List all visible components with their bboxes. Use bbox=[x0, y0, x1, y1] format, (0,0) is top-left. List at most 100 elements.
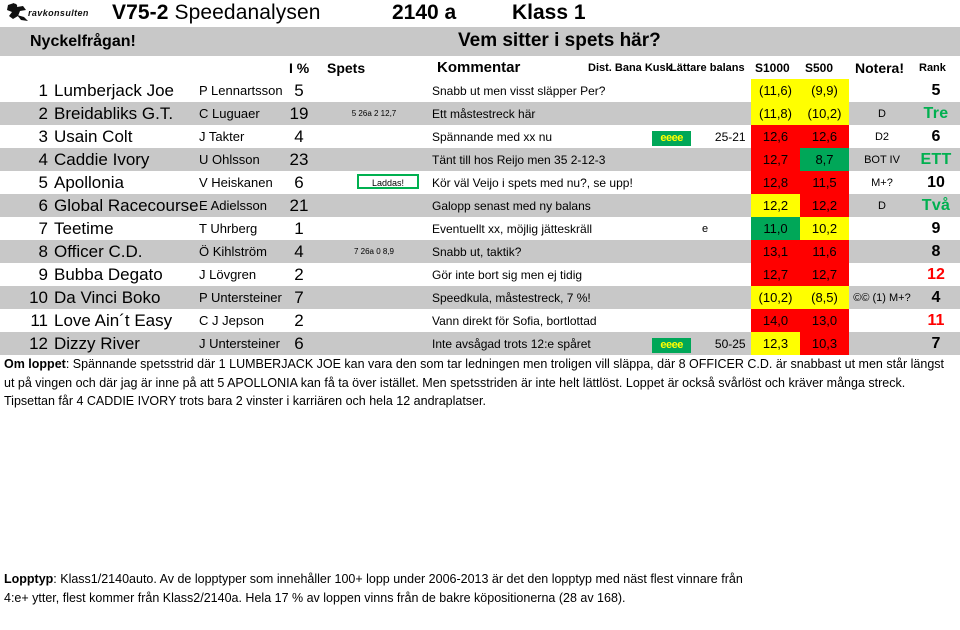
row-s1000-value: (11,8) bbox=[751, 102, 800, 125]
row-s1000-value: 12,6 bbox=[751, 125, 800, 148]
row-lattare-balans: eeee 25-21 bbox=[652, 130, 749, 146]
key-question-label: Nyckelfrågan! bbox=[30, 33, 136, 50]
table-row[interactable]: 8 Officer C.D. Ö Kihlström 4 7 26a 0 8,9 Snab… bbox=[0, 240, 960, 263]
table-row[interactable]: 7 Teetime T Uhrberg 1 Eventuellt xx, möjlig … bbox=[0, 217, 960, 240]
table-row[interactable]: 4 Caddie Ivory U Ohlsson 23 Tänt till hos Re… bbox=[0, 148, 960, 171]
row-i-percent: 4 bbox=[294, 127, 304, 146]
row-s1000-value: 12,8 bbox=[751, 171, 800, 194]
row-start-number: 10 bbox=[29, 288, 48, 307]
row-s1000-value: 12,7 bbox=[751, 148, 800, 171]
row-notera: D bbox=[878, 200, 886, 212]
row-horse-name: Lumberjack Joe bbox=[54, 81, 175, 100]
row-kommentar: Gör inte bort sig men ej tidig bbox=[432, 268, 583, 282]
row-s500-value: 12,2 bbox=[800, 194, 849, 217]
row-kommentar: Ett måstestreck här bbox=[432, 107, 536, 121]
row-kommentar: Vann direkt för Sofia, bortlottad bbox=[432, 314, 597, 328]
row-rank: 11 bbox=[927, 312, 945, 329]
lopptyp-label: Lopptyp bbox=[4, 572, 54, 586]
row-rank: 7 bbox=[931, 335, 941, 352]
row-s1000-value: 13,1 bbox=[751, 240, 800, 263]
row-horse-name: Bubba Degato bbox=[54, 265, 163, 284]
row-kommentar: Tänt till hos Reijo men 35 2-12-3 bbox=[432, 153, 606, 167]
row-driver-name: V Heiskanen bbox=[199, 175, 273, 190]
row-rank: 4 bbox=[931, 289, 941, 306]
row-driver-name: U Ohlsson bbox=[199, 152, 260, 167]
page-title: V75-2 Speedanalysen bbox=[112, 1, 321, 25]
row-rank: 12 bbox=[927, 266, 945, 283]
analysis-title: Speedanalysen bbox=[174, 1, 321, 24]
row-rank: ETT bbox=[920, 151, 952, 168]
row-s1000-value: 12,3 bbox=[751, 332, 800, 355]
row-i-percent: 2 bbox=[294, 265, 304, 284]
row-lattare-balans: e bbox=[661, 222, 749, 236]
row-horse-name: Apollonia bbox=[54, 173, 124, 192]
table-row[interactable]: 2 Breidabliks G.T. C Luguaer 19 5 26a 2 12,7… bbox=[0, 102, 960, 125]
row-start-number: 6 bbox=[38, 196, 48, 215]
row-s500-value: (8,5) bbox=[800, 286, 849, 309]
row-kommentar: Eventuellt xx, möjlig jätteskräll bbox=[432, 222, 593, 236]
row-s1000-value: (11,6) bbox=[751, 79, 800, 102]
row-s500-value: 13,0 bbox=[800, 309, 849, 332]
column-header-lattare-balans: Lättare balans bbox=[670, 62, 745, 74]
table-row[interactable]: 1 Lumberjack Joe P Lennartsson 5 Snabb ut me… bbox=[0, 79, 960, 102]
row-i-percent: 7 bbox=[294, 288, 304, 307]
row-spets-form: 5 26a 2 12,7 bbox=[351, 109, 397, 118]
row-i-percent: 1 bbox=[294, 219, 304, 238]
row-start-number: 2 bbox=[38, 104, 48, 123]
race-class: Klass 1 bbox=[512, 1, 586, 24]
table-row[interactable]: 3 Usain Colt J Takter 4 Spännande med xx nu e… bbox=[0, 125, 960, 148]
row-kommentar: Inte avsågad trots 12:e spåret bbox=[432, 337, 591, 351]
table-column-headers: I % Spets Kommentar Dist. Bana Kusk Lätt… bbox=[0, 58, 960, 78]
row-horse-name: Usain Colt bbox=[54, 127, 133, 146]
column-header-i-percent: I % bbox=[289, 60, 310, 76]
row-i-percent: 4 bbox=[294, 242, 304, 261]
row-kommentar: Kör väl Veijo i spets med nu?, se upp! bbox=[432, 176, 633, 190]
row-driver-name: Ö Kihlström bbox=[199, 244, 267, 259]
row-s500-value: (10,2) bbox=[800, 102, 849, 125]
lattare-balans-range: 25-21 bbox=[714, 130, 746, 144]
row-kommentar: Galopp senast med ny balans bbox=[432, 199, 591, 213]
row-start-number: 1 bbox=[38, 81, 48, 100]
lattare-balans-badge: eeee bbox=[652, 131, 691, 146]
lopptyp-text: : Klass1/2140auto. Av de lopptyper som i… bbox=[4, 572, 743, 605]
column-header-rank: Rank bbox=[919, 62, 946, 74]
horse-table: 1 Lumberjack Joe P Lennartsson 5 Snabb ut me… bbox=[0, 79, 960, 355]
table-row[interactable]: 6 Global Racecourse E Adielsson 21 Galopp se… bbox=[0, 194, 960, 217]
row-spets-form: 7 26a 0 8,9 bbox=[353, 247, 395, 256]
race-distance: 2140 a bbox=[392, 1, 457, 24]
row-s500-value: 8,7 bbox=[800, 148, 849, 171]
table-row[interactable]: 11 Love Ain´t Easy C J Jepson 2 Vann direkt … bbox=[0, 309, 960, 332]
row-notera: M+? bbox=[871, 177, 893, 189]
row-s500-value: (9,9) bbox=[800, 79, 849, 102]
row-s1000-value: 12,2 bbox=[751, 194, 800, 217]
row-s1000-value: 14,0 bbox=[751, 309, 800, 332]
row-start-number: 4 bbox=[38, 150, 48, 169]
row-start-number: 7 bbox=[38, 219, 48, 238]
row-i-percent: 23 bbox=[289, 150, 309, 169]
column-header-s1000: S1000 bbox=[755, 61, 790, 75]
table-row[interactable]: 9 Bubba Degato J Lövgren 2 Gör inte bort sig… bbox=[0, 263, 960, 286]
row-driver-name: J Takter bbox=[199, 129, 245, 144]
row-i-percent: 2 bbox=[294, 311, 304, 330]
row-rank: 8 bbox=[931, 243, 941, 260]
row-s500-value: 12,6 bbox=[800, 125, 849, 148]
om-loppet-paragraph: Om loppet: Spännande spetsstrid där 1 LU… bbox=[4, 355, 954, 411]
table-row[interactable]: 10 Da Vinci Boko P Untersteiner 7 Speedkula,… bbox=[0, 286, 960, 309]
row-start-number: 12 bbox=[29, 334, 48, 353]
column-header-s500: S500 bbox=[805, 61, 834, 75]
row-start-number: 5 bbox=[38, 173, 48, 192]
table-row[interactable]: 5 Apollonia V Heiskanen 6 Laddas! Kör väl Vei… bbox=[0, 171, 960, 194]
row-notera: D2 bbox=[874, 131, 890, 143]
key-question-text: Vem sitter i spets här? bbox=[458, 30, 661, 51]
row-kommentar: Snabb ut men visst släpper Per? bbox=[432, 84, 606, 98]
row-start-number: 3 bbox=[38, 127, 48, 146]
column-header-kommentar: Kommentar bbox=[437, 59, 521, 76]
row-rank: 5 bbox=[931, 82, 941, 99]
row-spets-badge: Laddas! bbox=[357, 174, 419, 189]
race-label: V75-2 bbox=[112, 1, 169, 24]
row-s500-value: 10,3 bbox=[800, 332, 849, 355]
row-rank: Tre bbox=[923, 105, 949, 122]
table-row[interactable]: 12 Dizzy River J Untersteiner 6 Inte avsågad… bbox=[0, 332, 960, 355]
svg-text:ravkonsulten: ravkonsulten bbox=[28, 8, 89, 18]
row-horse-name: Officer C.D. bbox=[54, 242, 143, 261]
